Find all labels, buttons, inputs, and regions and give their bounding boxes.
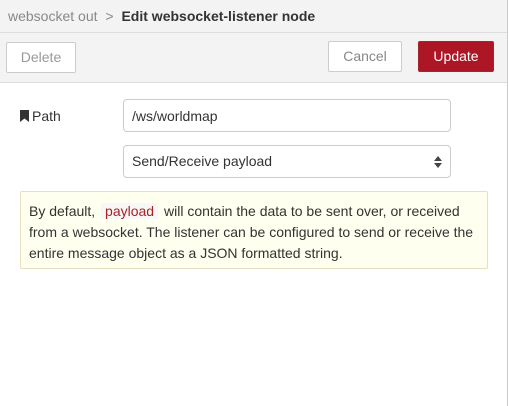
- select-arrows-icon: [434, 156, 442, 168]
- tip-text-after: will contain the data to be sent over, o…: [29, 203, 474, 261]
- breadcrumb-separator: >: [105, 8, 114, 24]
- tip-code-payload: payload: [101, 203, 159, 219]
- payload-mode-selected-value: Send/Receive payload: [132, 153, 273, 169]
- breadcrumb-parent-node[interactable]: websocket out: [8, 8, 98, 24]
- tip-text-before: By default,: [29, 203, 96, 219]
- path-label-text: Path: [32, 108, 61, 124]
- tray-title: Edit websocket-listener node: [121, 8, 316, 24]
- bookmark-icon: [20, 109, 29, 125]
- cancel-button[interactable]: Cancel: [328, 41, 402, 72]
- edit-node-tray: websocket out > Edit websocket-listener …: [0, 0, 508, 406]
- path-input[interactable]: [123, 99, 451, 132]
- delete-button[interactable]: Delete: [6, 42, 76, 73]
- update-button[interactable]: Update: [418, 41, 494, 72]
- path-label: Path: [20, 108, 61, 125]
- payload-mode-select[interactable]: Send/Receive payload: [123, 145, 451, 178]
- form-tip: By default, payload will contain the dat…: [20, 191, 488, 269]
- tray-toolbar: Delete Cancel Update: [0, 33, 507, 83]
- tray-header: websocket out > Edit websocket-listener …: [0, 0, 507, 33]
